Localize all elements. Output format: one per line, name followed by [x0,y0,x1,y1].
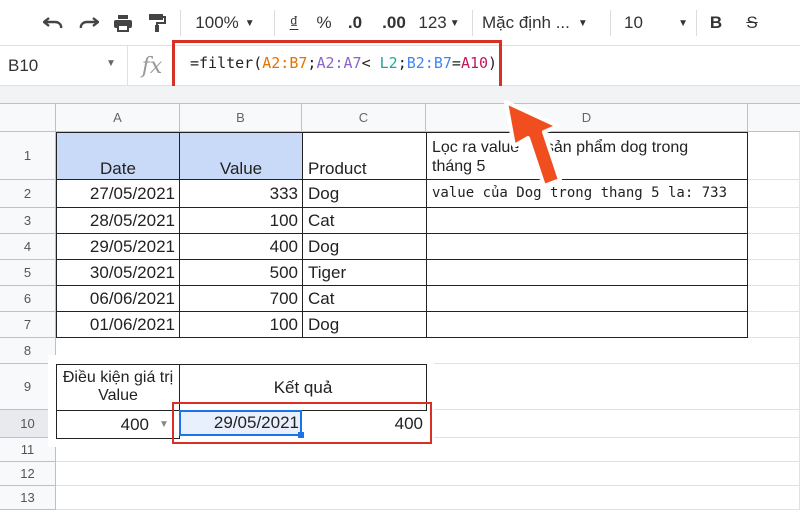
grid-cell[interactable] [748,208,800,234]
product-cell[interactable]: Dog [302,233,427,260]
value-cell[interactable]: 100 [179,207,303,234]
row-header[interactable]: 13 [0,486,56,510]
more-formats-button[interactable]: 123 ▼ [414,8,464,38]
corner-cell[interactable] [0,104,56,132]
result-note-cell[interactable]: value của Dog trong thang 5 la: 733 [426,179,748,208]
column-header-e[interactable] [748,104,800,132]
empty-cell[interactable] [426,207,748,234]
grid-cell[interactable] [748,312,800,338]
column-header-b[interactable]: B [180,104,302,132]
condition-label-line: Value [98,387,138,404]
date-cell[interactable]: 30/05/2021 [56,259,180,286]
strikethrough-button[interactable]: S [740,8,764,38]
date-cell[interactable]: 06/06/2021 [56,285,180,312]
grid-cell[interactable] [748,286,800,312]
increase-decimal-button[interactable]: .00 [378,8,410,38]
red-arrow-icon [504,100,562,188]
condition-label-cell[interactable]: Điều kiện giá trị Value [56,364,180,411]
empty-cell[interactable] [426,233,748,260]
row-header[interactable]: 4 [0,234,56,260]
grid-row-12[interactable] [56,462,800,486]
note-cell[interactable]: Lọc ra value sản phẩm dog trong tháng 5 [426,132,748,180]
print-icon[interactable] [110,8,136,38]
date-cell[interactable]: 01/06/2021 [56,311,180,338]
currency-button[interactable]: ₫ [284,8,304,38]
value-cell[interactable]: 100 [179,311,303,338]
zoom-value: 100% [195,13,239,32]
product-cell[interactable]: Cat [302,207,427,234]
header-cell-product[interactable]: Product [302,132,427,180]
value-cell[interactable]: 333 [179,179,303,208]
font-size-select[interactable]: 10 ▼ [618,8,688,38]
product-cell[interactable]: Dog [302,311,427,338]
value-cell[interactable]: 700 [179,285,303,312]
fx-icon: fx [141,53,163,79]
header-strip [0,86,800,104]
product-cell[interactable]: Dog [302,179,427,208]
chevron-down-icon: ▼ [449,17,460,29]
bold-button[interactable]: B [704,8,728,38]
percent-button[interactable]: % [314,8,334,38]
value-cell[interactable]: 500 [179,259,303,286]
row-header[interactable]: 2 [0,180,56,208]
condition-label-line: Điều kiện giá trị [62,369,174,386]
column-header-c[interactable]: C [302,104,426,132]
product-cell[interactable]: Tiger [302,259,427,286]
row-header[interactable]: 3 [0,208,56,234]
row-header[interactable]: 7 [0,312,56,338]
header-cell-value[interactable]: Value [179,132,303,180]
grid-cell[interactable] [434,410,800,438]
grid-cell[interactable] [748,234,800,260]
product-cell[interactable]: Cat [302,285,427,312]
empty-cell[interactable] [426,311,748,338]
empty-cell[interactable] [426,285,748,312]
paint-format-icon[interactable] [144,8,170,38]
chevron-down-icon: ▼ [106,58,116,69]
column-header-a[interactable]: A [56,104,180,132]
undo-icon[interactable] [40,8,66,38]
row-header[interactable]: 6 [0,286,56,312]
note-line: Lọc ra value sản phẩm dog trong [432,139,689,156]
redo-icon[interactable] [76,8,102,38]
cell-reference: B10 [8,56,39,75]
decrease-decimal-button[interactable]: .0 [342,8,368,38]
column-header-d[interactable]: D [426,104,748,132]
grid-cell[interactable] [748,132,800,180]
chevron-down-icon[interactable]: ▼ [159,419,169,430]
chevron-down-icon: ▼ [577,17,588,29]
chevron-down-icon: ▼ [244,17,255,29]
note-line: tháng 5 [432,158,486,175]
grid-cell[interactable] [748,260,800,286]
name-box[interactable]: B10 ▼ [0,46,128,86]
row-header[interactable]: 5 [0,260,56,286]
date-cell[interactable]: 27/05/2021 [56,179,180,208]
grid-cell[interactable] [434,364,800,410]
grid-cell[interactable] [748,180,800,208]
result-highlight-box [172,402,432,444]
grid-row-13[interactable] [56,486,800,510]
date-cell[interactable]: 29/05/2021 [56,233,180,260]
chevron-down-icon: ▼ [678,17,688,29]
row-header[interactable]: 12 [0,462,56,486]
header-cell-date[interactable]: Date [56,132,180,180]
font-select[interactable]: Mặc định ... ▼ [482,8,602,38]
row-header[interactable]: 1 [0,132,56,180]
date-cell[interactable]: 28/05/2021 [56,207,180,234]
empty-cell[interactable] [426,259,748,286]
zoom-select[interactable]: 100% ▼ [190,8,260,38]
value-cell[interactable]: 400 [179,233,303,260]
